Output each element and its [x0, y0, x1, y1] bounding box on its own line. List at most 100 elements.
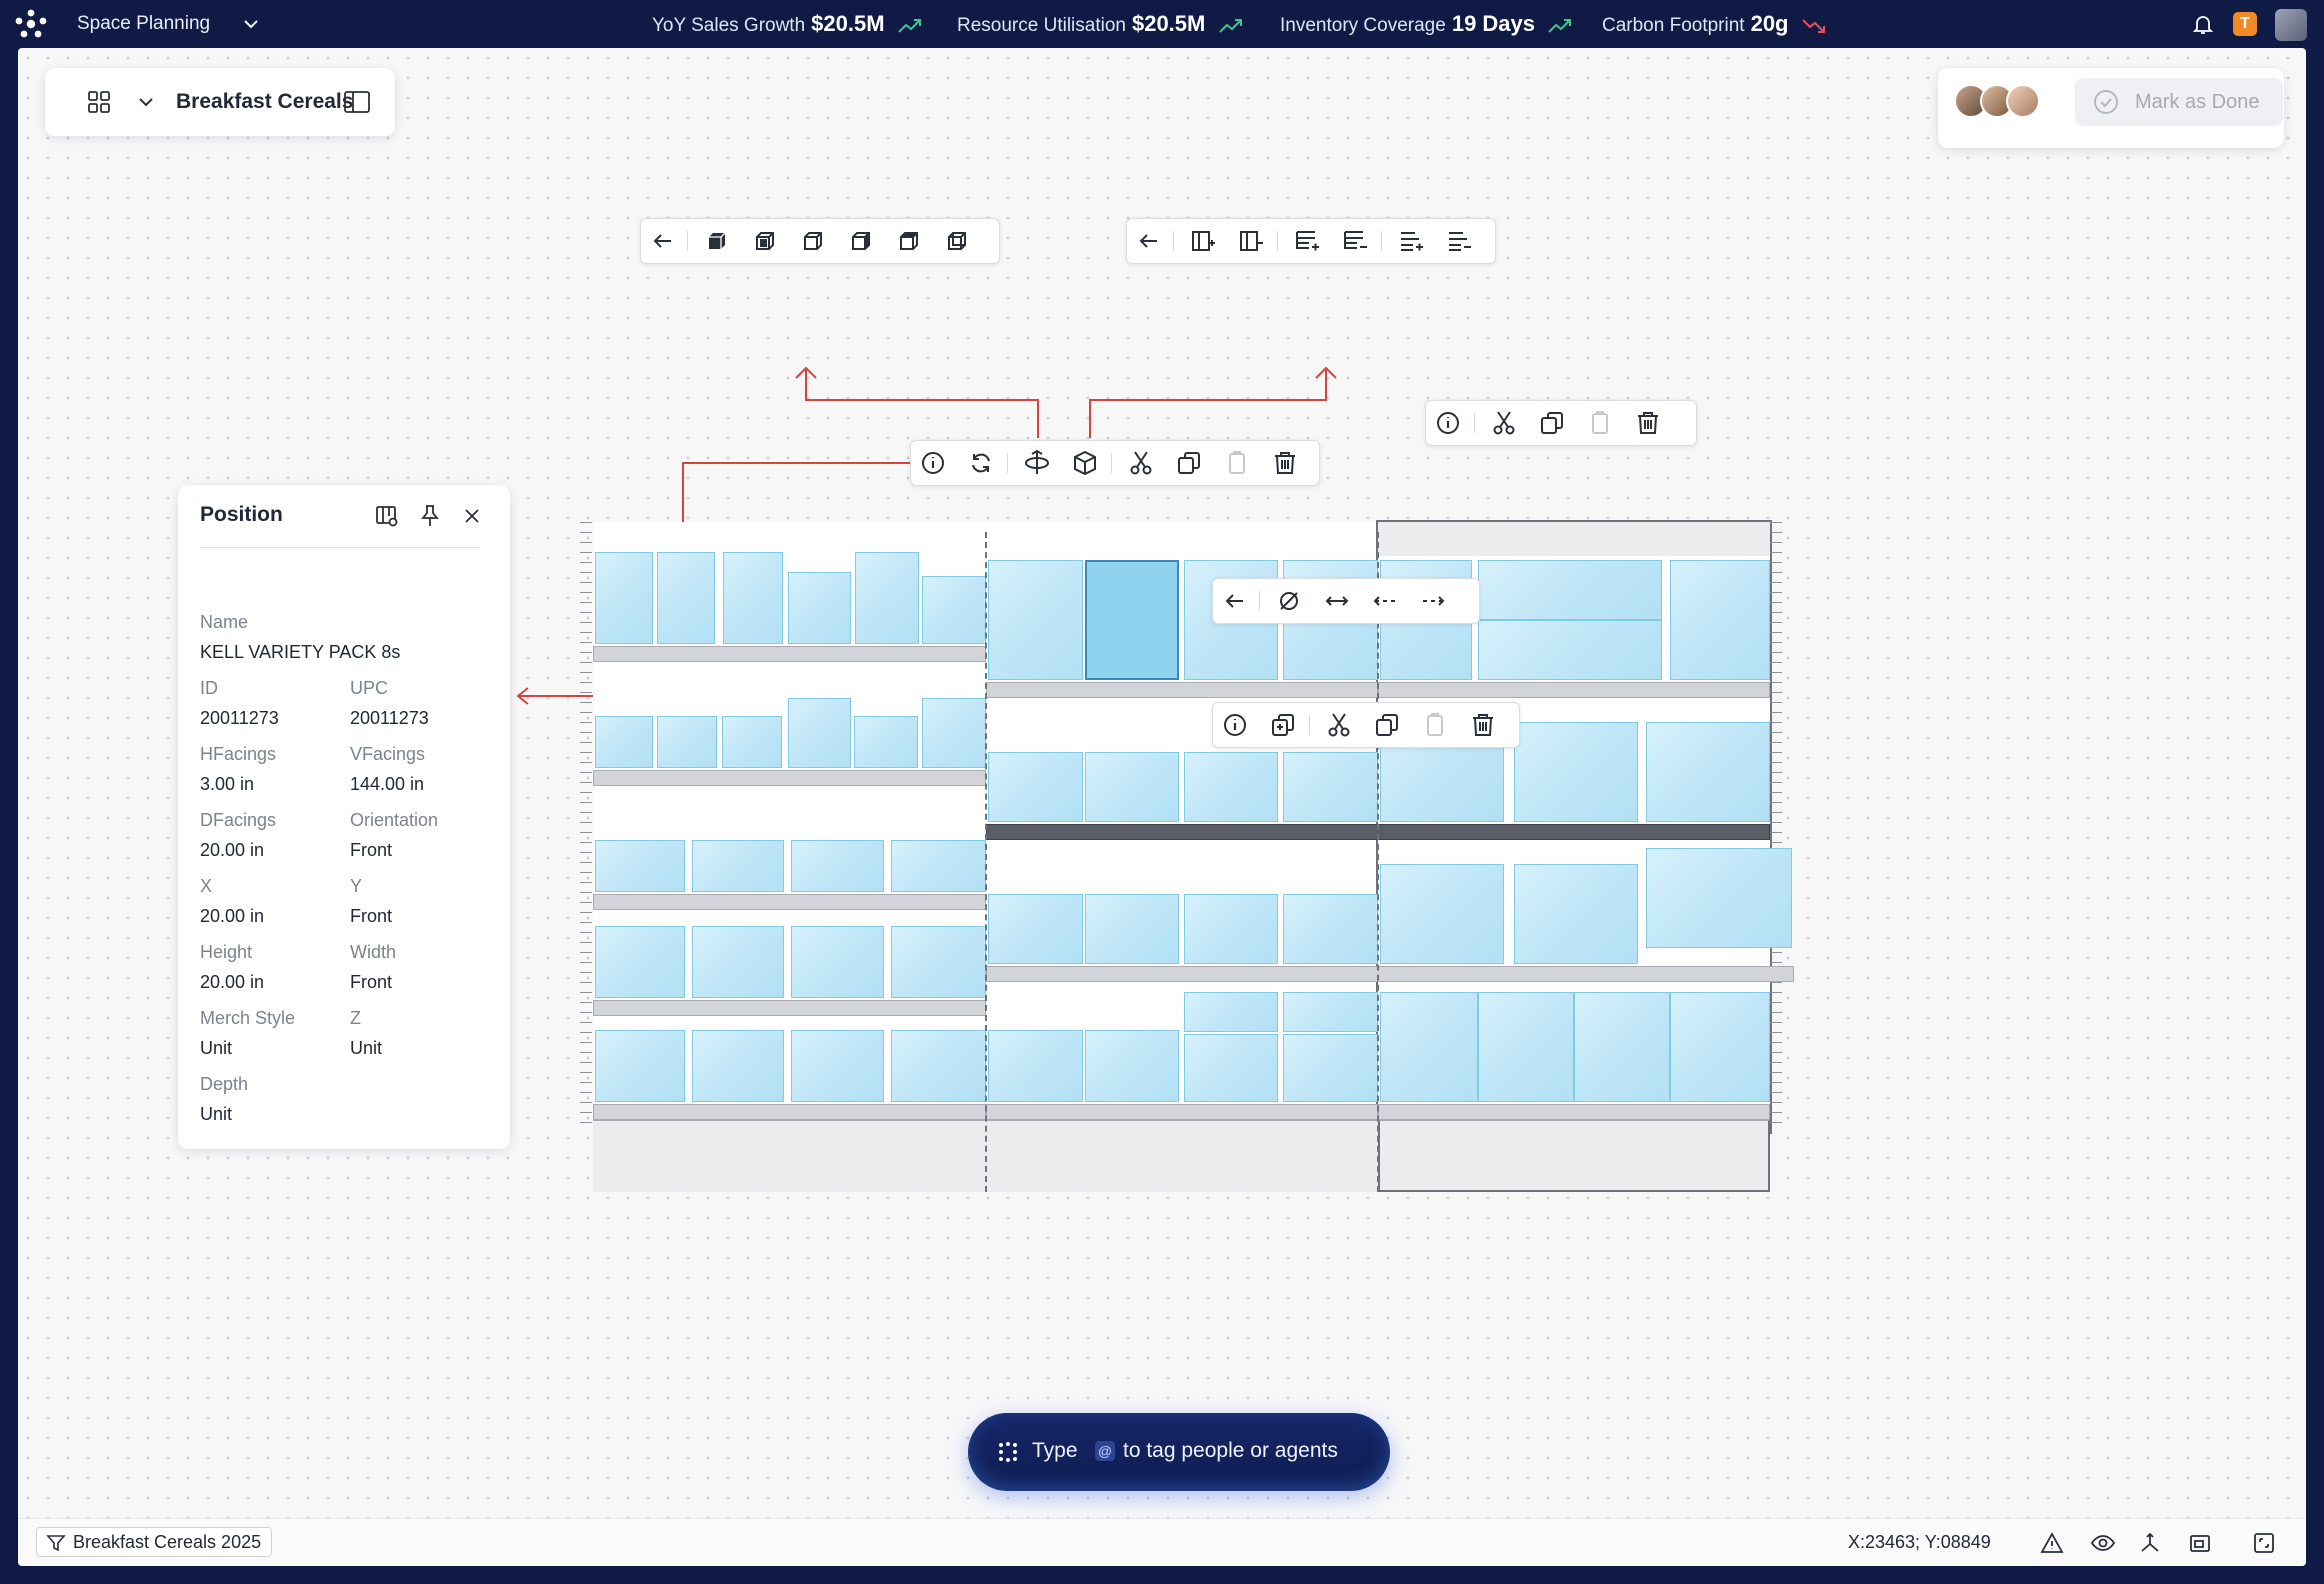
product-facing[interactable] [855, 552, 919, 644]
shelf[interactable] [593, 1000, 986, 1016]
shelf[interactable] [593, 646, 986, 662]
cube-front-icon[interactable] [703, 227, 731, 255]
shelf[interactable] [986, 1104, 1378, 1120]
cube-icon[interactable] [1071, 449, 1099, 477]
product-facing[interactable] [1646, 722, 1770, 822]
trash-icon[interactable] [1271, 449, 1299, 477]
product-facing[interactable] [1085, 752, 1179, 822]
product-facing[interactable] [723, 552, 783, 644]
trash-icon[interactable] [1634, 409, 1662, 437]
back-arrow-icon[interactable] [1135, 227, 1163, 255]
product-facing[interactable] [988, 894, 1083, 964]
shelf[interactable] [593, 770, 986, 786]
product-facing[interactable] [988, 752, 1083, 822]
product-facing[interactable] [1283, 894, 1378, 964]
product-facing[interactable] [988, 1030, 1083, 1102]
product-facing[interactable] [1184, 894, 1278, 964]
product-facing[interactable] [1184, 752, 1278, 822]
product-facing[interactable] [1283, 752, 1378, 822]
align-right-icon[interactable] [1419, 587, 1447, 615]
chevron-down-icon[interactable] [241, 14, 261, 34]
planogram[interactable] [558, 472, 1808, 1192]
product-facing[interactable] [692, 840, 784, 892]
layout-settings-icon[interactable] [374, 503, 400, 529]
product-facing[interactable] [657, 552, 715, 644]
cut-icon[interactable] [1490, 409, 1518, 437]
planogram-canvas[interactable]: Breakfast Cereals Mark as Done Position … [18, 48, 2306, 1566]
copy-icon[interactable] [1373, 711, 1401, 739]
product-facing[interactable] [1478, 560, 1662, 620]
shelf[interactable] [593, 894, 986, 910]
selected-product[interactable] [1085, 560, 1179, 680]
product-facing[interactable] [788, 698, 851, 768]
product-facing[interactable] [1184, 1034, 1278, 1102]
product-facing[interactable] [657, 716, 717, 768]
axis-3d-icon[interactable] [2138, 1531, 2162, 1555]
spread-horizontal-icon[interactable] [1323, 587, 1351, 615]
product-facing[interactable] [788, 572, 851, 644]
rotate-3d-icon[interactable] [1023, 449, 1051, 477]
product-facing[interactable] [595, 840, 685, 892]
product-facing[interactable] [791, 840, 884, 892]
info-icon[interactable] [919, 449, 947, 477]
no-spacing-icon[interactable] [1275, 587, 1303, 615]
product-facing[interactable] [595, 1030, 685, 1102]
bell-icon[interactable] [2191, 12, 2215, 36]
shelf[interactable] [986, 682, 1378, 698]
back-arrow-icon[interactable] [649, 227, 677, 255]
copy-icon[interactable] [1175, 449, 1203, 477]
refresh-icon[interactable] [967, 449, 995, 477]
info-icon[interactable] [1221, 711, 1249, 739]
product-facing[interactable] [1478, 620, 1662, 680]
product-facing[interactable] [595, 926, 685, 998]
product-facing[interactable] [1283, 1034, 1378, 1102]
fullscreen-icon[interactable] [2252, 1531, 2276, 1555]
product-facing[interactable] [922, 576, 986, 644]
remove-shelf-icon[interactable] [1445, 227, 1473, 255]
kpi-yoy-sales-growth[interactable]: YoY Sales Growth $20.5M [652, 11, 922, 37]
shelf[interactable] [1378, 682, 1770, 698]
product-facing[interactable] [988, 560, 1083, 680]
product-facing[interactable] [891, 1030, 986, 1102]
product-facing[interactable] [1514, 864, 1638, 964]
close-icon[interactable] [460, 503, 484, 529]
cube-top-icon[interactable] [895, 227, 923, 255]
paste-icon[interactable] [1421, 711, 1449, 739]
warning-icon[interactable] [2040, 1531, 2064, 1555]
remove-column-icon[interactable] [1237, 227, 1265, 255]
cube-bottom-icon[interactable] [943, 227, 971, 255]
product-facing[interactable] [595, 552, 653, 644]
product-facing[interactable] [1670, 992, 1770, 1102]
product-facing[interactable] [1478, 992, 1574, 1102]
eye-icon[interactable] [2090, 1531, 2116, 1555]
back-arrow-icon[interactable] [1221, 587, 1249, 615]
product-facing[interactable] [1380, 864, 1504, 964]
add-row-icon[interactable] [1293, 227, 1321, 255]
kpi-resource-utilisation[interactable]: Resource Utilisation $20.5M [957, 11, 1243, 37]
avatar[interactable] [2275, 9, 2307, 41]
product-facing[interactable] [891, 840, 986, 892]
cut-icon[interactable] [1127, 449, 1155, 477]
product-facing[interactable] [595, 716, 653, 768]
cube-back-icon[interactable] [751, 227, 779, 255]
product-facing[interactable] [1514, 722, 1638, 822]
add-column-icon[interactable] [1189, 227, 1217, 255]
product-facing[interactable] [1574, 992, 1670, 1102]
product-facing[interactable] [692, 1030, 784, 1102]
product-facing[interactable] [1085, 894, 1179, 964]
product-facing[interactable] [1670, 560, 1770, 680]
shelf[interactable] [593, 1104, 986, 1120]
product-facing[interactable] [1184, 992, 1278, 1032]
remove-row-icon[interactable] [1341, 227, 1369, 255]
product-facing[interactable] [791, 1030, 884, 1102]
add-shelf-icon[interactable] [1397, 227, 1425, 255]
align-left-icon[interactable] [1371, 587, 1399, 615]
product-facing[interactable] [922, 698, 986, 768]
pin-icon[interactable] [418, 503, 442, 529]
paste-icon[interactable] [1223, 449, 1251, 477]
product-facing[interactable] [791, 926, 884, 998]
user-badge[interactable]: T [2233, 12, 2257, 36]
minimap-icon[interactable] [2188, 1531, 2212, 1555]
product-facing[interactable] [1283, 992, 1378, 1032]
product-facing[interactable] [692, 926, 784, 998]
